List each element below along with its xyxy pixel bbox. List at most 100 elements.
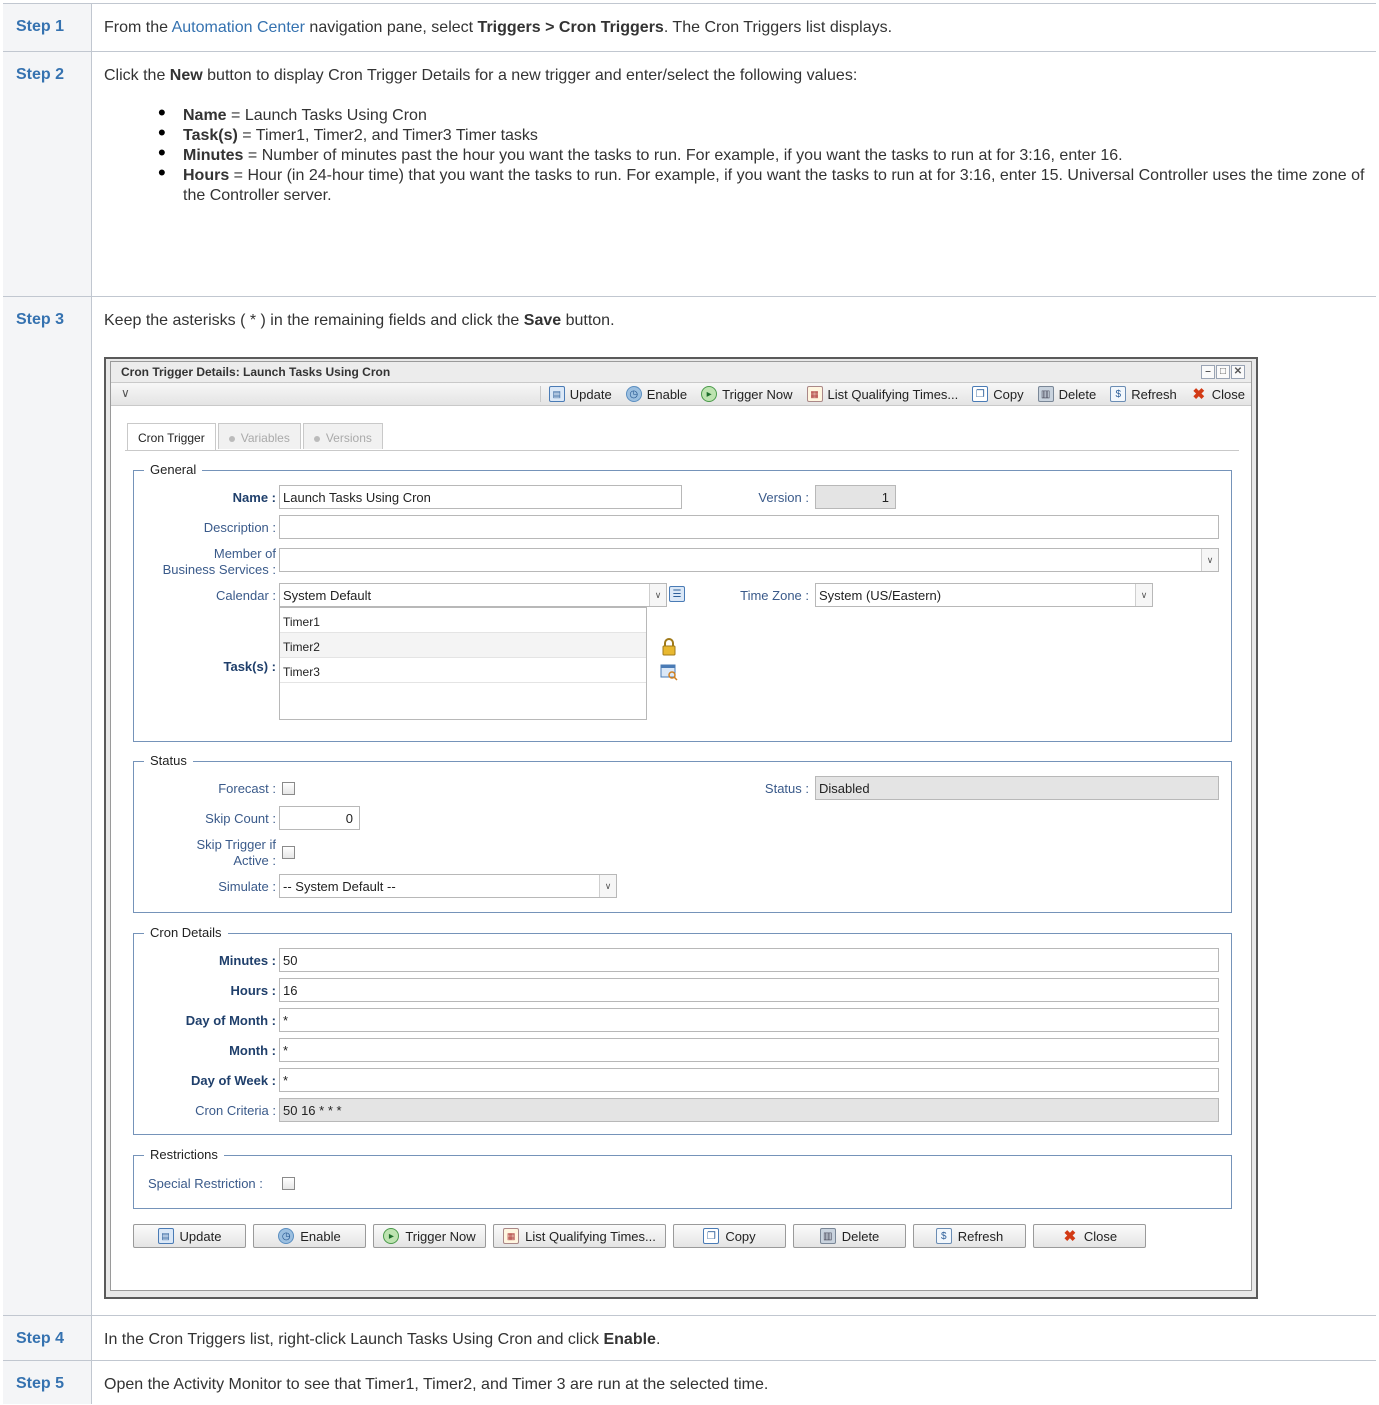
tab-divider — [125, 450, 1239, 451]
minimize-icon[interactable]: – — [1201, 365, 1215, 379]
skip-active-label: Skip Trigger if Active : — [134, 837, 276, 869]
toolbar-list-times-button[interactable]: ▦ List Qualifying Times... — [806, 386, 958, 402]
toolbar-copy-button[interactable]: ❐ Copy — [972, 386, 1024, 402]
toolbar-trigger-now-button[interactable]: ▸ Trigger Now — [701, 386, 793, 402]
enable-icon: ◷ — [278, 1228, 295, 1244]
button-label: Refresh — [1131, 386, 1177, 402]
version-field: 1 — [815, 485, 896, 509]
simulate-value: -- System Default -- — [283, 879, 396, 894]
automation-center-link[interactable]: Automation Center — [172, 19, 305, 36]
calendar-icon: ▦ — [503, 1228, 520, 1244]
toolbar-refresh-button[interactable]: $ Refresh — [1110, 386, 1177, 402]
trigger-icon: ▸ — [383, 1228, 400, 1244]
update-button[interactable]: ▤ Update — [133, 1224, 246, 1248]
copy-button[interactable]: ❐ Copy — [673, 1224, 786, 1248]
close-icon: ✖ — [1063, 1228, 1077, 1245]
refresh-icon: $ — [1110, 386, 1127, 402]
cron-trigger-window: Cron Trigger Details: Launch Tasks Using… — [104, 357, 1258, 1299]
delete-icon: ▥ — [1037, 386, 1054, 402]
toolbar-close-button[interactable]: ✖ Close — [1191, 386, 1245, 403]
refresh-button[interactable]: $ Refresh — [913, 1224, 1026, 1248]
close-button[interactable]: ✖ Close — [1033, 1224, 1146, 1248]
window-body: Cron Trigger Details: Launch Tasks Using… — [110, 361, 1252, 1291]
forecast-label: Forecast : — [218, 781, 276, 796]
list-item: Minutes = Number of minutes past the hou… — [158, 143, 1376, 166]
member-label-line: Member of — [213, 546, 276, 561]
lock-icon[interactable] — [661, 638, 677, 656]
timezone-label: Time Zone : — [740, 588, 809, 603]
chevron-down-icon[interactable]: ∨ — [599, 875, 616, 897]
list-item[interactable]: Timer3 — [280, 658, 646, 683]
section-legend: Status — [144, 753, 193, 768]
chevron-down-icon[interactable]: ∨ — [121, 386, 130, 400]
chevron-down-icon[interactable]: ∨ — [1201, 549, 1218, 571]
window-title: Cron Trigger Details: Launch Tasks Using… — [121, 365, 391, 379]
tab-dot-icon — [313, 435, 320, 442]
step-text: From the Automation Center navigation pa… — [92, 4, 1376, 51]
simulate-select[interactable]: -- System Default -- ∨ — [279, 874, 617, 898]
delete-button[interactable]: ▥ Delete — [793, 1224, 906, 1248]
calendar-details-icon[interactable]: ☰ — [669, 586, 685, 602]
tab-cron-trigger[interactable]: Cron Trigger — [127, 423, 216, 450]
step-text-bold: Save — [523, 312, 562, 329]
step-label: Step 1 — [3, 4, 92, 51]
step-text-bold: New — [169, 67, 203, 84]
close-icon: ✖ — [1192, 386, 1206, 403]
refresh-icon: $ — [935, 1228, 952, 1244]
special-restriction-checkbox[interactable] — [282, 1177, 295, 1190]
tab-versions[interactable]: Versions — [302, 423, 383, 449]
enable-icon: ◷ — [625, 386, 642, 402]
skip-count-label: Skip Count : — [205, 811, 276, 826]
button-label: Enable — [646, 386, 688, 402]
task-lookup-icon[interactable] — [660, 663, 678, 681]
business-services-select[interactable] — [279, 548, 1219, 572]
step-row: Step 4 In the Cron Triggers list, right-… — [3, 1315, 1376, 1360]
description-field[interactable] — [279, 515, 1219, 539]
skip-active-checkbox[interactable] — [282, 846, 295, 859]
step-text-part: . — [655, 1331, 661, 1348]
trigger-now-button[interactable]: ▸ Trigger Now — [373, 1224, 486, 1248]
status-field: Disabled — [815, 776, 1219, 800]
special-restriction-label: Special Restriction : — [148, 1176, 263, 1191]
hours-field[interactable]: 16 — [279, 978, 1219, 1002]
description-label: Description : — [203, 520, 276, 535]
step-row: Step 5 Open the Activity Monitor to see … — [3, 1360, 1376, 1404]
step-row: Step 2 Click the New button to display C… — [3, 51, 1376, 296]
forecast-checkbox[interactable] — [282, 782, 295, 795]
calendar-select[interactable]: System Default ∨ — [279, 583, 667, 607]
tab-label: Versions — [325, 431, 372, 445]
list-item[interactable]: Timer1 — [280, 608, 646, 633]
list-item: Task(s) = Timer1, Timer2, and Timer3 Tim… — [158, 123, 1376, 146]
month-field[interactable]: * — [279, 1038, 1219, 1062]
button-label: Update — [179, 1228, 222, 1244]
name-field[interactable]: Launch Tasks Using Cron — [279, 485, 682, 509]
window-controls: – □ ✕ — [1201, 365, 1245, 379]
month-label: Month : — [229, 1043, 276, 1058]
button-label: Close — [1211, 386, 1245, 402]
button-label: List Qualifying Times... — [525, 1228, 656, 1244]
tasks-list[interactable]: Timer1 Timer2 Timer3 — [279, 607, 647, 720]
day-of-week-field[interactable]: * — [279, 1068, 1219, 1092]
toolbar-delete-button[interactable]: ▥ Delete — [1037, 386, 1096, 402]
skip-count-field[interactable]: 0 — [279, 806, 360, 830]
enable-button[interactable]: ◷ Enable — [253, 1224, 366, 1248]
list-item[interactable]: Timer2 — [280, 633, 646, 658]
step-text-bold: Enable — [603, 1331, 656, 1348]
toolbar-update-button[interactable]: ▤ Update — [548, 386, 612, 402]
close-window-icon[interactable]: ✕ — [1231, 365, 1245, 379]
maximize-icon[interactable]: □ — [1216, 365, 1230, 379]
tab-variables[interactable]: Variables — [217, 423, 301, 449]
list-times-button[interactable]: ▦ List Qualifying Times... — [493, 1224, 666, 1248]
chevron-down-icon[interactable]: ∨ — [649, 584, 666, 606]
toolbar-enable-button[interactable]: ◷ Enable — [625, 386, 688, 402]
list-item: Hours = Hour (in 24-hour time) that you … — [158, 163, 1376, 206]
step-label: Step 5 — [3, 1361, 92, 1404]
save-icon: ▤ — [157, 1228, 174, 1244]
member-label: Member of Business Services : — [134, 546, 276, 578]
copy-icon: ❐ — [972, 386, 989, 402]
timezone-select[interactable]: System (US/Eastern) ∨ — [815, 583, 1153, 607]
day-of-month-field[interactable]: * — [279, 1008, 1219, 1032]
chevron-down-icon[interactable]: ∨ — [1135, 584, 1152, 606]
step-text-part: button to display Cron Trigger Details f… — [202, 67, 858, 84]
minutes-field[interactable]: 50 — [279, 948, 1219, 972]
